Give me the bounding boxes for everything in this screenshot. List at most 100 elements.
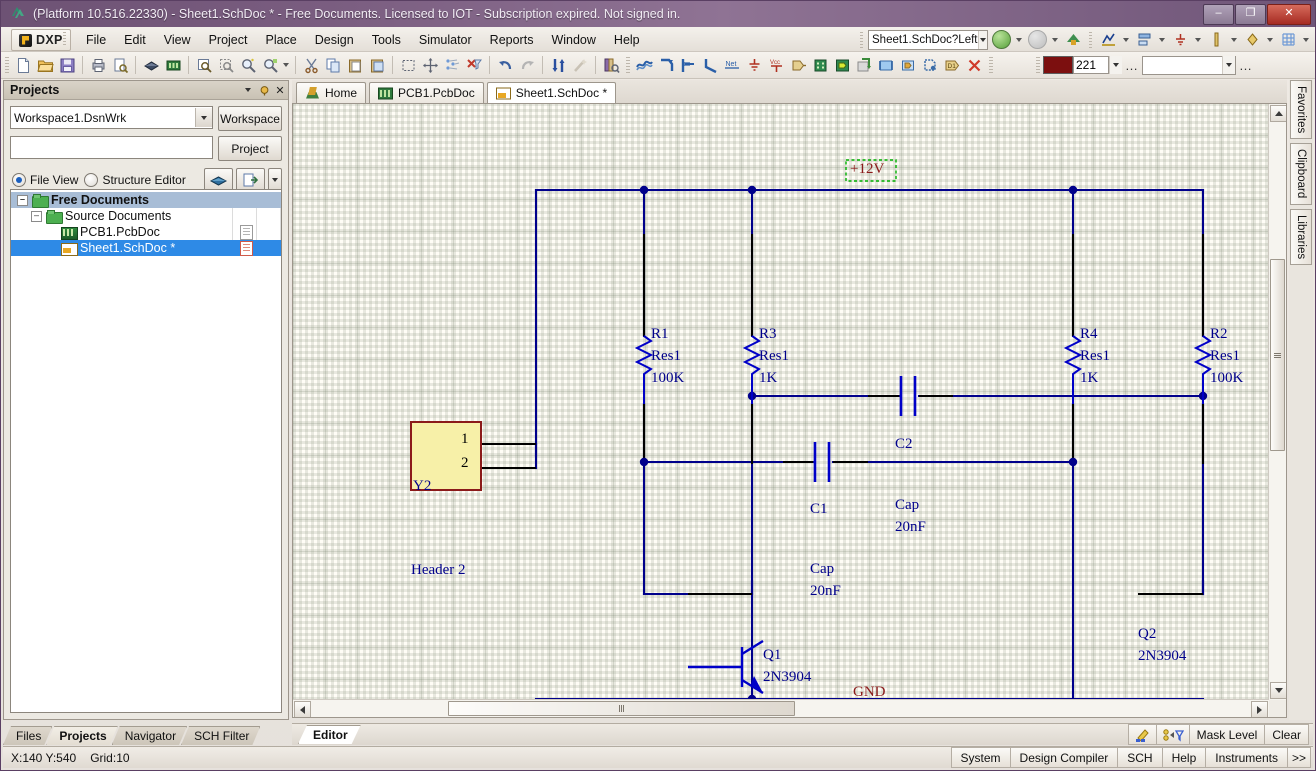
grid-dropdown-icon[interactable] (1303, 37, 1309, 42)
dock-tab-clipboard[interactable]: Clipboard (1290, 143, 1312, 205)
panel-tab-navigator[interactable]: Navigator (112, 726, 187, 745)
expander-icon[interactable]: – (17, 194, 28, 206)
mask-level-button[interactable]: Mask Level (1188, 724, 1266, 745)
canvas-horizontal-scrollbar[interactable] (293, 699, 1269, 717)
place-device-sheet-button[interactable] (853, 55, 875, 76)
tree-item-pcb1[interactable]: PCB1.PcbDoc (11, 224, 281, 240)
color-more-button[interactable]: … (1122, 58, 1142, 73)
schematic-canvas[interactable]: +12V R1 Res1 100K R3 Res1 1K R4 Res1 1K … (293, 104, 1269, 700)
tree-item-sheet1[interactable]: Sheet1.SchDoc * (11, 240, 281, 256)
color-dropdown-icon[interactable] (1109, 56, 1122, 74)
place-gnd-button[interactable] (743, 55, 765, 76)
editor-tab[interactable]: Editor (298, 725, 361, 744)
print-button[interactable] (87, 55, 109, 76)
dock-tab-favorites[interactable]: Favorites (1290, 80, 1312, 140)
scroll-right-button[interactable] (1251, 701, 1268, 717)
nav-back-button[interactable] (990, 29, 1012, 50)
back-dropdown-icon[interactable] (1016, 37, 1022, 42)
align-dropdown-icon[interactable] (1159, 37, 1165, 42)
clear-filter-button[interactable] (463, 55, 485, 76)
zoom-out-button[interactable] (259, 55, 281, 76)
place-sheet-symbol-button[interactable] (809, 55, 831, 76)
print-preview-button[interactable] (109, 55, 131, 76)
tree-item-source-documents[interactable]: – Source Documents (11, 208, 281, 224)
menu-file[interactable]: File (77, 30, 115, 50)
document-tab-sheet1[interactable]: Sheet1.SchDoc * (486, 82, 617, 103)
place-port-button[interactable] (875, 55, 897, 76)
zoom-in-button[interactable] (237, 55, 259, 76)
browse-library-button[interactable] (600, 55, 622, 76)
open-pcb-button[interactable] (162, 55, 184, 76)
updown-button[interactable] (547, 55, 569, 76)
place-part-button-2[interactable] (787, 55, 809, 76)
project-button[interactable]: Project (218, 136, 282, 161)
expander-icon[interactable]: – (31, 210, 42, 222)
diode-dropdown-icon[interactable] (1267, 37, 1273, 42)
scroll-left-button[interactable] (294, 701, 311, 717)
copy-button[interactable] (322, 55, 344, 76)
workspace-input[interactable]: Workspace1.DsnWrk (10, 106, 213, 129)
maximize-button[interactable]: ❐ (1235, 4, 1266, 25)
status-button-sch[interactable]: SCH (1117, 747, 1163, 768)
place-d1-button[interactable]: D1 (941, 55, 963, 76)
sch-tools-button[interactable] (1097, 29, 1119, 50)
panel-tab-projects[interactable]: Projects (46, 726, 117, 745)
place-directive-button[interactable] (919, 55, 941, 76)
menu-reports[interactable]: Reports (481, 30, 543, 50)
undo-button[interactable] (494, 55, 516, 76)
wand-button[interactable] (569, 55, 591, 76)
place-line-button[interactable] (699, 55, 721, 76)
document-tab-pcb1[interactable]: PCB1.PcbDoc (369, 82, 484, 103)
nav-forward-button[interactable] (1026, 29, 1048, 50)
cut-button[interactable] (300, 55, 322, 76)
paste-special-button[interactable] (366, 55, 388, 76)
zoom-document-button[interactable] (193, 55, 215, 76)
place-sheet-entry-button[interactable] (831, 55, 853, 76)
structure-editor-radio[interactable]: Structure Editor (84, 173, 186, 187)
style-more-button[interactable]: … (1236, 58, 1256, 73)
clear-button[interactable]: Clear (1264, 724, 1309, 745)
select-area-button[interactable] (397, 55, 419, 76)
nav-home-button[interactable] (1062, 29, 1084, 50)
align-tools-button[interactable] (1133, 29, 1155, 50)
save-button[interactable] (56, 55, 78, 76)
place-bus-button[interactable] (655, 55, 677, 76)
workspace-dropdown-icon[interactable] (195, 108, 212, 127)
zoom-dropdown-icon[interactable] (283, 63, 289, 67)
move-button[interactable] (419, 55, 441, 76)
open-document-button[interactable] (34, 55, 56, 76)
menu-edit[interactable]: Edit (115, 30, 155, 50)
no-erc-button[interactable] (963, 55, 985, 76)
place-net-label-button[interactable]: Net (721, 55, 743, 76)
panel-pin-icon[interactable] (256, 82, 272, 98)
menu-design[interactable]: Design (306, 30, 363, 50)
vertical-scroll-thumb[interactable] (1270, 259, 1285, 451)
close-button[interactable]: ✕ (1267, 4, 1311, 25)
zoom-area-button[interactable] (215, 55, 237, 76)
forward-dropdown-icon[interactable] (1052, 37, 1058, 42)
place-wire-button[interactable] (633, 55, 655, 76)
status-button-instruments[interactable]: Instruments (1205, 747, 1288, 768)
minimize-button[interactable]: – (1203, 4, 1234, 25)
place-offsheet-button[interactable] (897, 55, 919, 76)
menu-help[interactable]: Help (605, 30, 649, 50)
power-port-button[interactable] (1169, 29, 1191, 50)
file-view-radio[interactable]: File View (12, 173, 78, 187)
color-index-input[interactable]: 221 (1073, 56, 1109, 74)
menu-tools[interactable]: Tools (363, 30, 410, 50)
status-button-help[interactable]: Help (1161, 747, 1207, 768)
style-dropdown-icon[interactable] (1222, 56, 1235, 74)
menu-simulator[interactable]: Simulator (410, 30, 481, 50)
scroll-up-button[interactable] (1270, 105, 1286, 122)
menu-window[interactable]: Window (542, 30, 604, 50)
panel-close-icon[interactable]: ✕ (272, 82, 288, 98)
grid-button[interactable] (1277, 29, 1299, 50)
workspace-button[interactable]: Workspace (218, 106, 282, 131)
open-board-button[interactable] (140, 55, 162, 76)
project-input[interactable] (10, 136, 213, 159)
power-dropdown-icon[interactable] (1195, 37, 1201, 42)
filter-button[interactable] (1155, 724, 1190, 745)
new-document-button[interactable] (12, 55, 34, 76)
style-combobox[interactable] (1142, 55, 1236, 75)
place-bus-entry-button[interactable] (677, 55, 699, 76)
